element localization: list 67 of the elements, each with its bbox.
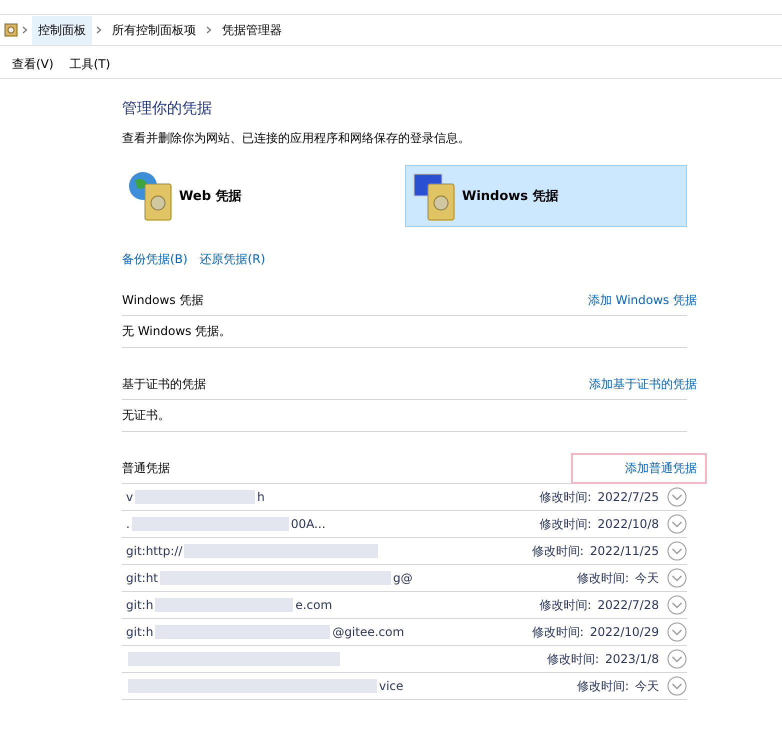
section-heading: Windows 凭据 [122,292,204,309]
modified-date: 2022/10/8 [597,517,659,531]
modified-date: 今天 [635,678,659,694]
modified-date: 2022/11/25 [590,544,659,558]
vault-tab[interactable]: Web 凭据 [122,165,404,227]
credential-row[interactable]: git:h e.com 修改时间: 2022/7/28 [122,592,687,619]
expand-icon[interactable] [667,622,687,642]
credential-name: h [257,490,265,504]
empty-message: 无 Windows 凭据。 [122,316,687,348]
vault-tab[interactable]: Windows 凭据 [405,165,687,227]
expand-icon[interactable] [667,568,687,588]
credential-name: git:http:// [126,544,182,558]
expand-icon[interactable] [667,514,687,534]
modified-label: 修改时间: [547,650,600,668]
credential-name: vice [379,679,404,693]
modified-label: 修改时间: [539,516,592,532]
modified-date: 2022/10/29 [590,625,659,639]
breadcrumb-item[interactable]: 所有控制面板项 [106,16,202,44]
credential-row[interactable]: git:h @gitee.com 修改时间: 2022/10/29 [122,619,687,646]
modified-label: 修改时间: [576,570,629,586]
modified-date: 2022/7/28 [597,598,659,612]
credential-name: 00A... [290,517,326,531]
safe-icon [4,23,18,37]
credential-name: . [126,517,130,531]
chevron-icon [206,26,212,34]
credential-name: git:ht [126,571,158,585]
expand-icon[interactable] [667,649,687,669]
chevron-icon [22,26,28,34]
modified-label: 修改时间: [532,624,584,640]
credential-row[interactable]: vice 修改时间: 今天 [122,673,687,700]
empty-message: 无证书。 [122,400,687,432]
credential-row[interactable]: v h 修改时间: 2022/7/25 [122,484,687,511]
credential-row[interactable]: . 00A... 修改时间: 2022/10/8 [122,511,687,538]
modified-date: 今天 [635,570,659,586]
expand-icon[interactable] [667,676,687,696]
description: 查看并删除你为网站、已连接的应用程序和网络保存的登录信息。 [122,130,471,147]
breadcrumb-item[interactable]: 凭据管理器 [216,16,288,44]
breadcrumb-item[interactable]: 控制面板 [32,16,92,44]
credential-name: v [126,490,134,504]
modified-label: 修改时间: [532,542,584,560]
action-link[interactable]: 备份凭据(B) [122,251,188,268]
expand-icon[interactable] [667,541,687,561]
add-credential-link[interactable]: 添加 Windows 凭据 [534,285,707,316]
modified-date: 2023/1/8 [605,652,659,666]
section-heading: 普通凭据 [122,460,170,477]
menu-item[interactable]: 查看(V) [12,56,54,72]
page-title: 管理你的凭据 [122,99,213,118]
credential-row[interactable]: git:http:// 修改时间: 2022/11/25 [122,538,687,565]
chevron-icon [96,26,102,34]
credential-name: git:h [126,625,154,639]
credential-row[interactable]: git:ht g@ 修改时间: 今天 [122,565,687,592]
action-link[interactable]: 还原凭据(R) [200,251,266,268]
credential-name: e.com [295,598,332,612]
section-heading: 基于证书的凭据 [122,376,206,393]
add-credential-link[interactable]: 添加基于证书的凭据 [535,369,707,400]
modified-date: 2022/7/25 [597,490,659,504]
modified-label: 修改时间: [576,678,629,694]
modified-label: 修改时间: [539,488,592,506]
modified-label: 修改时间: [539,596,592,614]
credential-name: git:h [126,598,154,612]
credential-name: @gitee.com [332,625,404,639]
expand-icon[interactable] [667,595,687,615]
add-credential-link[interactable]: 添加普通凭据 [571,453,707,484]
credential-name: g@ [393,571,413,585]
menu-item[interactable]: 工具(T) [70,56,110,72]
credential-row[interactable]: 修改时间: 2023/1/8 [122,646,687,673]
expand-icon[interactable] [667,487,687,507]
